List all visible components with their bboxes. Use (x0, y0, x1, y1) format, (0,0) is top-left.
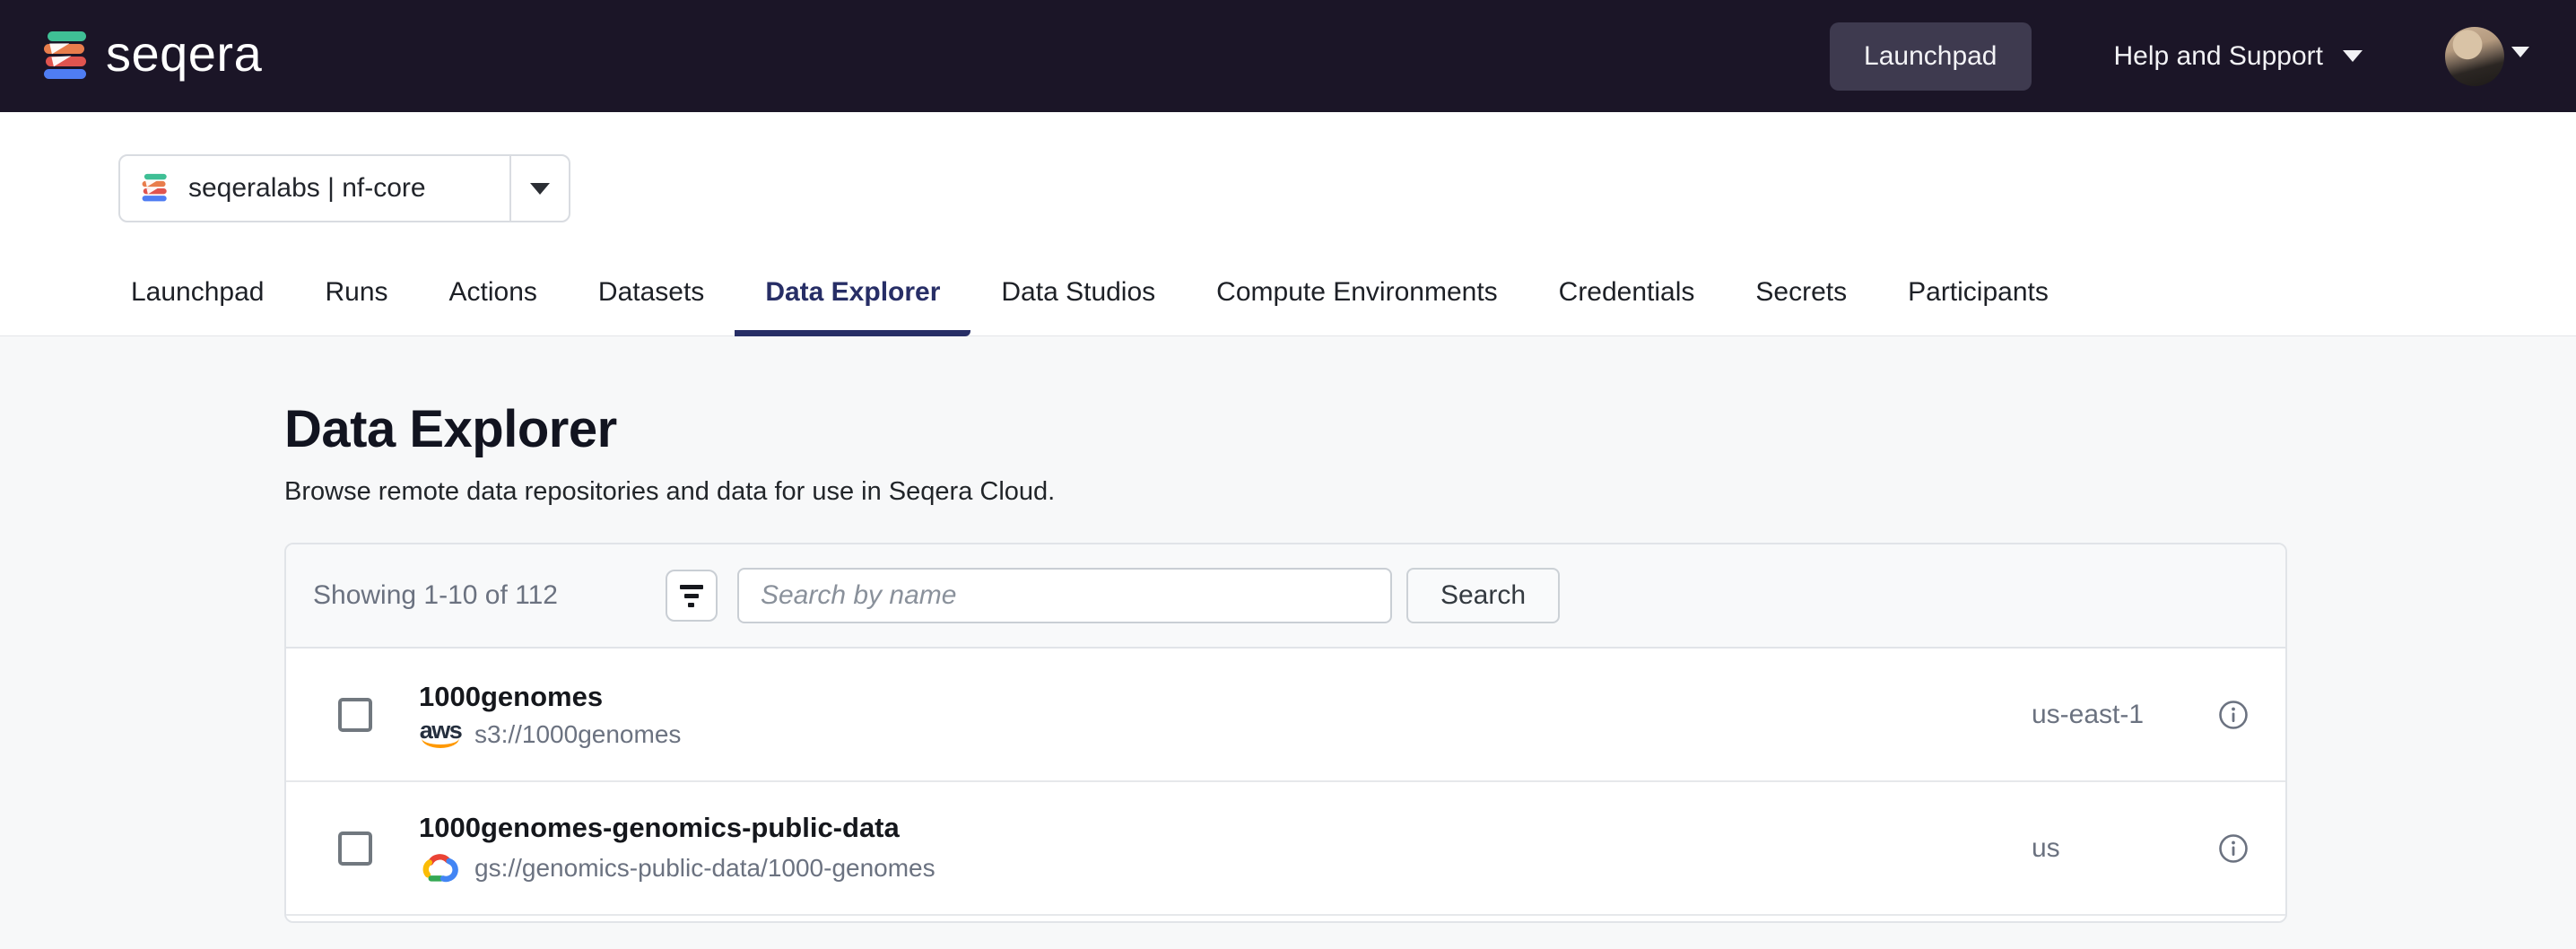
row-checkbox[interactable] (338, 831, 372, 866)
help-and-support-label: Help and Support (2114, 41, 2324, 72)
search-button[interactable]: Search (1406, 568, 1560, 623)
chevron-down-icon (2343, 50, 2363, 62)
avatar[interactable] (2445, 27, 2504, 86)
help-and-support-menu[interactable]: Help and Support (2114, 41, 2363, 72)
tab-participants[interactable]: Participants (1877, 276, 2079, 335)
page-subtitle: Browse remote data repositories and data… (284, 477, 2287, 507)
tab-data-studios[interactable]: Data Studios (970, 276, 1186, 335)
tab-runs[interactable]: Runs (294, 276, 418, 335)
workspace-tabs: Launchpad Runs Actions Datasets Data Exp… (100, 276, 2576, 335)
region-label: us (2032, 833, 2184, 864)
brand-wordmark: seqera (106, 29, 262, 84)
next-row-edge (286, 916, 2285, 921)
table-row[interactable]: 1000genomes aws s3://1000genomes us-east… (286, 649, 2285, 782)
data-explorer-panel: Showing 1-10 of 112 Search 1000genomes a… (284, 543, 2287, 923)
workspace-selector[interactable]: seqeralabs | nf-core (118, 154, 570, 222)
gcp-provider-icon (419, 851, 462, 885)
top-navbar: seqera Launchpad Help and Support (0, 0, 2576, 112)
filter-button[interactable] (666, 570, 718, 622)
workspace-header: seqeralabs | nf-core Launchpad Runs Acti… (0, 112, 2576, 336)
results-count: Showing 1-10 of 112 (313, 580, 558, 611)
page-title: Data Explorer (284, 399, 2287, 459)
panel-toolbar: Showing 1-10 of 112 Search (286, 544, 2285, 649)
bucket-name[interactable]: 1000genomes-genomics-public-data (419, 812, 2032, 844)
bucket-name[interactable]: 1000genomes (419, 681, 2032, 713)
chevron-down-icon (2511, 47, 2529, 57)
tab-secrets[interactable]: Secrets (1725, 276, 1877, 335)
tab-compute-environments[interactable]: Compute Environments (1186, 276, 1527, 335)
tab-data-explorer[interactable]: Data Explorer (735, 276, 970, 335)
aws-provider-icon: aws (419, 720, 462, 748)
chevron-down-icon (530, 183, 550, 195)
bucket-uri: s3://1000genomes (474, 720, 681, 749)
region-label: us-east-1 (2032, 700, 2184, 730)
filter-icon (680, 585, 703, 589)
info-icon[interactable] (2218, 700, 2249, 730)
data-explorer-page: Data Explorer Browse remote data reposit… (0, 399, 2576, 923)
table-row[interactable]: 1000genomes-genomics-public-data gs://ge… (286, 782, 2285, 916)
info-icon[interactable] (2218, 833, 2249, 864)
launchpad-button[interactable]: Launchpad (1830, 22, 2031, 91)
workspace-dropdown-toggle[interactable] (511, 183, 569, 195)
seqera-logo-small-icon (142, 173, 169, 204)
tab-launchpad[interactable]: Launchpad (100, 276, 294, 335)
tab-datasets[interactable]: Datasets (568, 276, 735, 335)
search-input[interactable] (737, 568, 1392, 623)
row-checkbox[interactable] (338, 698, 372, 732)
user-menu[interactable] (2445, 27, 2529, 86)
tab-actions[interactable]: Actions (419, 276, 568, 335)
bucket-uri: gs://genomics-public-data/1000-genomes (474, 854, 936, 883)
seqera-logo-icon (43, 31, 90, 82)
tab-credentials[interactable]: Credentials (1528, 276, 1726, 335)
workspace-selected-label: seqeralabs | nf-core (188, 173, 484, 204)
seqera-brand[interactable]: seqera (43, 29, 262, 84)
